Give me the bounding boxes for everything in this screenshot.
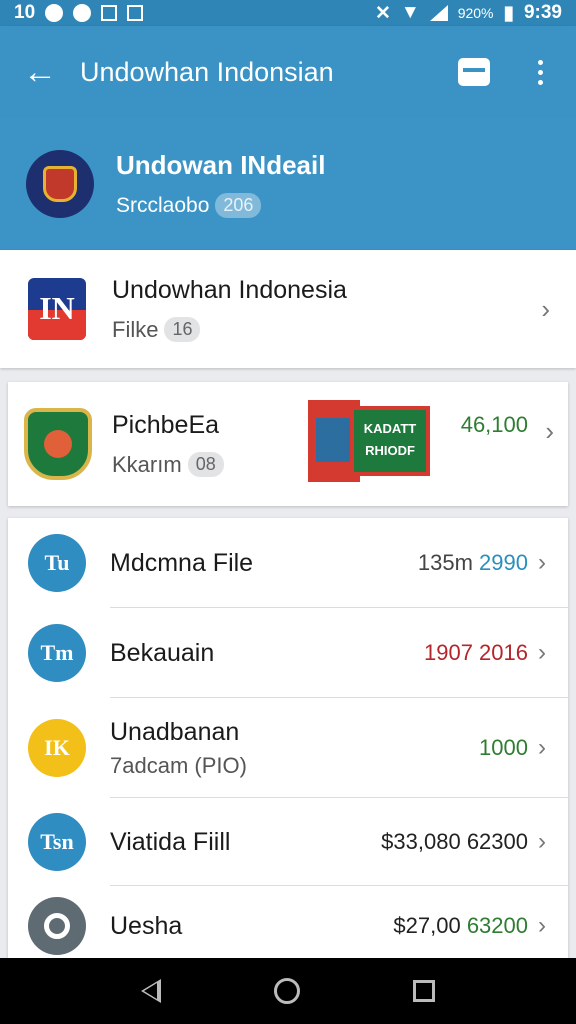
amount-prefix: $33,080: [381, 829, 461, 854]
list-item-amount: 135m 2990: [418, 550, 528, 576]
list-item[interactable]: Tm Bekauain 1907 2016 ›: [8, 608, 568, 698]
amount-prefix: $27,00: [393, 913, 461, 938]
list-item-amount: $33,080 62300: [381, 829, 528, 855]
amount-prefix: 135m: [417, 550, 473, 575]
back-arrow-icon[interactable]: ←: [0, 53, 80, 92]
avatar: IK: [28, 719, 86, 777]
account-subtitle: Filke 16: [112, 317, 541, 343]
promo-subtitle-text: Kkarım: [112, 451, 182, 477]
list-item[interactable]: IK Unadbanan 7adcam (PIO) 1000 ›: [8, 698, 568, 798]
notification-icon: [101, 5, 118, 21]
mute-icon: ✕: [374, 2, 391, 24]
profile-header: Undowan INdeail Srcclaobo 206: [0, 118, 576, 250]
promo-title: PichbeEa: [112, 410, 220, 439]
header-subtitle: Srcclaobo 206: [116, 193, 325, 218]
avatar: Tsn: [28, 813, 86, 871]
list-item[interactable]: Tu Mdcmna File 135m 2990 ›: [8, 518, 568, 608]
list-item-amount: 1000: [479, 735, 528, 761]
signal-icon: [429, 5, 448, 21]
promo-line-2: RHIODF: [365, 443, 415, 458]
account-card[interactable]: IN Undowhan Indonesia Filke 16 ›: [0, 250, 576, 368]
chevron-right-icon: ›: [545, 416, 554, 446]
more-options-icon[interactable]: [526, 59, 554, 85]
list-item[interactable]: Uesha $27,00 63200 ›: [8, 886, 568, 966]
amount-value: 63200: [466, 913, 528, 938]
promo-badge: 08: [187, 452, 224, 477]
nav-back-icon[interactable]: [140, 979, 161, 1003]
list-item-title: Bekauain: [110, 638, 215, 667]
notification-icon: [127, 5, 144, 21]
nav-home-icon[interactable]: [273, 978, 300, 1004]
header-title: Undowan INdeail: [116, 150, 326, 180]
battery-icon: ▮: [503, 2, 514, 24]
chevron-right-icon: ›: [538, 549, 546, 576]
promo-line-1: KADATT: [363, 421, 417, 436]
in-logo-icon: IN: [28, 278, 86, 340]
status-time-left: 10: [14, 2, 36, 23]
list-item[interactable]: Tsn Viatida Fiill $33,080 62300 ›: [8, 798, 568, 886]
app-bar: ← Undowhan Indonsian: [0, 26, 576, 118]
chevron-right-icon: ›: [538, 734, 546, 761]
header-subtitle-text: Srcclaobo: [116, 193, 210, 217]
list-item-subtitle: 7adcam (PIO): [110, 752, 247, 778]
list-item-title: Unadbanan: [110, 717, 240, 746]
status-bar: 10 ✕ ▼ 920% ▮ 9:39: [0, 0, 576, 26]
chevron-right-icon: ›: [538, 912, 546, 939]
logo-text: IN: [39, 290, 75, 326]
briefcase-icon[interactable]: [458, 58, 490, 86]
promo-amount: 46,100: [460, 412, 528, 437]
promo-card[interactable]: PichbeEa Kkarım 08 KADATT RHIODF 46,100 …: [8, 382, 568, 506]
amount-value: 1907 2016: [424, 640, 528, 665]
header-badge: 206: [215, 193, 262, 218]
app-title: Undowhan Indonsian: [80, 56, 334, 87]
list-item-title: Mdcmna File: [110, 548, 254, 577]
system-nav-bar: [0, 958, 576, 1024]
list-item-amount: 1907 2016: [424, 640, 528, 666]
transaction-list: Tu Mdcmna File 135m 2990 › Tm Bekauain 1…: [8, 518, 568, 958]
account-subtitle-text: Filke: [112, 316, 159, 342]
chevron-right-icon: ›: [538, 828, 546, 855]
wifi-icon: ▼: [400, 2, 420, 23]
avatar: Tm: [28, 624, 86, 682]
ring-avatar-icon: [28, 897, 86, 955]
amount-value: 62300: [466, 829, 528, 854]
garuda-emblem-icon: [26, 150, 94, 218]
nav-recents-icon[interactable]: [413, 980, 436, 1002]
account-badge: 16: [164, 317, 201, 342]
promo-banner-image: KADATT RHIODF: [308, 400, 430, 482]
amount-value: 1000: [479, 735, 528, 760]
battery-percent: 920%: [457, 5, 494, 21]
chevron-right-icon: ›: [538, 639, 546, 666]
amount-value: 2990: [479, 550, 528, 575]
shield-emblem-icon: [24, 408, 92, 480]
promo-subtitle: Kkarım 08: [112, 452, 224, 478]
list-item-title: Viatida Fiill: [110, 827, 231, 856]
notification-icon: [73, 4, 92, 22]
account-title: Undowhan Indonesia: [112, 275, 347, 304]
avatar: Tu: [28, 534, 86, 592]
status-clock: 9:39: [523, 2, 562, 23]
notification-icon: [45, 4, 64, 22]
list-item-amount: $27,00 63200: [393, 913, 528, 939]
list-item-title: Uesha: [110, 911, 183, 940]
chevron-right-icon: ›: [541, 293, 550, 324]
